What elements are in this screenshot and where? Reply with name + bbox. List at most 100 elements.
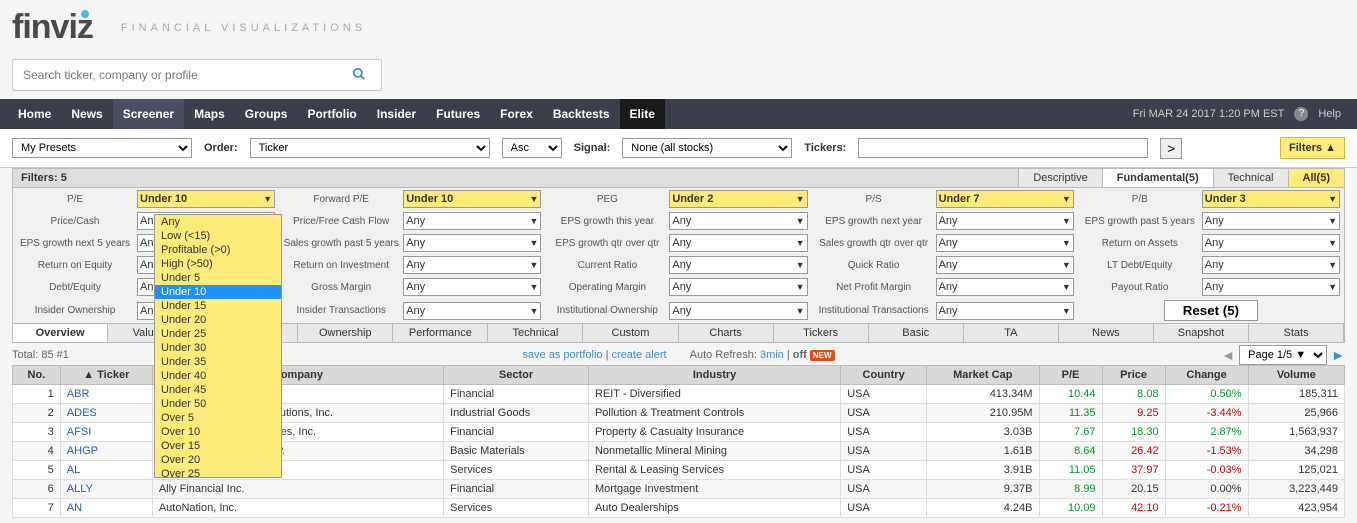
tickers-go-button[interactable]: > [1160, 138, 1182, 159]
help-icon[interactable]: ? [1294, 107, 1308, 121]
dropdown-item[interactable]: Under 25 [155, 327, 281, 341]
dropdown-item[interactable]: Over 20 [155, 453, 281, 467]
view-tab-tickers[interactable]: Tickers [774, 324, 869, 342]
column-header[interactable]: No. [13, 366, 61, 385]
filter-select-eps_qoq[interactable]: Any▼ [669, 234, 807, 252]
nav-screener[interactable]: Screener [113, 99, 184, 129]
nav-forex[interactable]: Forex [490, 99, 543, 129]
filter-select-eps_past5[interactable]: Any▼ [1202, 212, 1340, 230]
filter-select-inst_own[interactable]: Any▼ [669, 302, 807, 320]
filter-select-ps[interactable]: Under 7▼ [936, 190, 1074, 208]
column-header[interactable]: Industry [588, 366, 840, 385]
dropdown-item[interactable]: Low (<15) [155, 229, 281, 243]
dropdown-item[interactable]: Over 25 [155, 467, 281, 478]
pager-select[interactable]: Page 1/5 ▼ [1239, 345, 1327, 365]
dropdown-item[interactable]: High (>50) [155, 257, 281, 271]
view-tab-news[interactable]: News [1059, 324, 1154, 342]
cell-ticker[interactable]: ADES [60, 404, 152, 423]
filter-select-roa[interactable]: Any▼ [1202, 234, 1340, 252]
dropdown-item[interactable]: Under 20 [155, 313, 281, 327]
filter-select-gross_margin[interactable]: Any▼ [403, 278, 541, 296]
direction-select[interactable]: Asc [502, 138, 562, 158]
filter-select-insider_trans[interactable]: Any▼ [403, 302, 541, 320]
filter-select-forward_pe[interactable]: Under 10▼ [403, 190, 541, 208]
logo[interactable]: finviz [12, 8, 101, 47]
column-header[interactable]: Change [1165, 366, 1248, 385]
dropdown-item[interactable]: Over 10 [155, 425, 281, 439]
search-input[interactable] [12, 59, 382, 91]
cell-ticker[interactable]: ABR [60, 385, 152, 404]
tab-fundamental[interactable]: Fundamental(5) [1102, 169, 1213, 187]
dropdown-item[interactable]: Any [155, 215, 281, 229]
help-link[interactable]: Help [1318, 108, 1341, 120]
cell-ticker[interactable]: AFSI [60, 423, 152, 442]
dropdown-item[interactable]: Under 40 [155, 369, 281, 383]
view-tab-custom[interactable]: Custom [583, 324, 678, 342]
search-icon[interactable] [352, 67, 366, 84]
dropdown-item[interactable]: Over 5 [155, 411, 281, 425]
column-header[interactable]: Country [841, 366, 927, 385]
auto-refresh-off[interactable]: off [793, 349, 807, 361]
column-header[interactable]: P/E [1039, 366, 1102, 385]
pe-dropdown[interactable]: AnyLow (<15)Profitable (>0)High (>50)Und… [154, 214, 282, 478]
filter-select-lt_debt_eq[interactable]: Any▼ [1202, 256, 1340, 274]
column-header[interactable]: Market Cap [927, 366, 1039, 385]
cell-ticker[interactable]: AHGP [60, 442, 152, 461]
view-tab-performance[interactable]: Performance [393, 324, 488, 342]
filter-select-net_margin[interactable]: Any▼ [936, 278, 1074, 296]
view-tab-technical[interactable]: Technical [488, 324, 583, 342]
auto-refresh-on[interactable]: 3min [760, 349, 784, 361]
nav-elite[interactable]: Elite [620, 99, 665, 129]
filter-select-eps_this_year[interactable]: Any▼ [669, 212, 807, 230]
pager-next-icon[interactable]: ► [1331, 347, 1345, 363]
nav-news[interactable]: News [61, 99, 112, 129]
nav-backtests[interactable]: Backtests [543, 99, 620, 129]
cell-ticker[interactable]: AL [60, 461, 152, 480]
nav-futures[interactable]: Futures [426, 99, 490, 129]
view-tab-charts[interactable]: Charts [679, 324, 774, 342]
nav-groups[interactable]: Groups [235, 99, 298, 129]
nav-insider[interactable]: Insider [367, 99, 426, 129]
filter-select-current_ratio[interactable]: Any▼ [669, 256, 807, 274]
filter-select-op_margin[interactable]: Any▼ [669, 278, 807, 296]
tab-all[interactable]: All(5) [1288, 169, 1345, 187]
view-tab-stats[interactable]: Stats [1249, 324, 1344, 342]
column-header[interactable]: Sector [444, 366, 589, 385]
cell-ticker[interactable]: AN [60, 499, 152, 518]
dropdown-item[interactable]: Under 50 [155, 397, 281, 411]
filter-select-pe[interactable]: Under 10▼ [137, 190, 275, 208]
nav-maps[interactable]: Maps [184, 99, 235, 129]
view-tab-overview[interactable]: Overview [13, 324, 108, 342]
create-alert-link[interactable]: create alert [612, 349, 667, 361]
dropdown-item[interactable]: Profitable (>0) [155, 243, 281, 257]
dropdown-item[interactable]: Under 5 [155, 271, 281, 285]
view-tab-basic[interactable]: Basic [869, 324, 964, 342]
filter-select-peg[interactable]: Under 2▼ [669, 190, 807, 208]
filter-select-inst_trans[interactable]: Any▼ [936, 302, 1074, 320]
view-tab-ta[interactable]: TA [964, 324, 1059, 342]
tab-descriptive[interactable]: Descriptive [1018, 169, 1101, 187]
view-tab-snapshot[interactable]: Snapshot [1154, 324, 1249, 342]
presets-select[interactable]: My Presets [12, 138, 192, 158]
filter-select-sales_past5[interactable]: Any▼ [403, 234, 541, 252]
dropdown-item[interactable]: Under 45 [155, 383, 281, 397]
pager-prev-icon[interactable]: ◄ [1221, 347, 1235, 363]
dropdown-item[interactable]: Under 15 [155, 299, 281, 313]
nav-home[interactable]: Home [8, 99, 61, 129]
filter-select-pb[interactable]: Under 3▼ [1202, 190, 1340, 208]
filter-select-eps_next_year[interactable]: Any▼ [936, 212, 1074, 230]
filter-select-sales_qoq[interactable]: Any▼ [936, 234, 1074, 252]
save-as-portfolio-link[interactable]: save as portfolio [522, 349, 602, 361]
filter-select-quick_ratio[interactable]: Any▼ [936, 256, 1074, 274]
filter-select-payout[interactable]: Any▼ [1202, 278, 1340, 296]
order-select[interactable]: Ticker [250, 138, 490, 158]
dropdown-item[interactable]: Under 30 [155, 341, 281, 355]
dropdown-item[interactable]: Under 35 [155, 355, 281, 369]
dropdown-item[interactable]: Over 15 [155, 439, 281, 453]
dropdown-item[interactable]: Under 10 [155, 285, 281, 299]
cell-ticker[interactable]: ALLY [60, 480, 152, 499]
view-tab-ownership[interactable]: Ownership [298, 324, 393, 342]
filter-select-price_fcf[interactable]: Any▼ [403, 212, 541, 230]
reset-button[interactable]: Reset (5) [1164, 300, 1258, 321]
tab-technical[interactable]: Technical [1213, 169, 1288, 187]
